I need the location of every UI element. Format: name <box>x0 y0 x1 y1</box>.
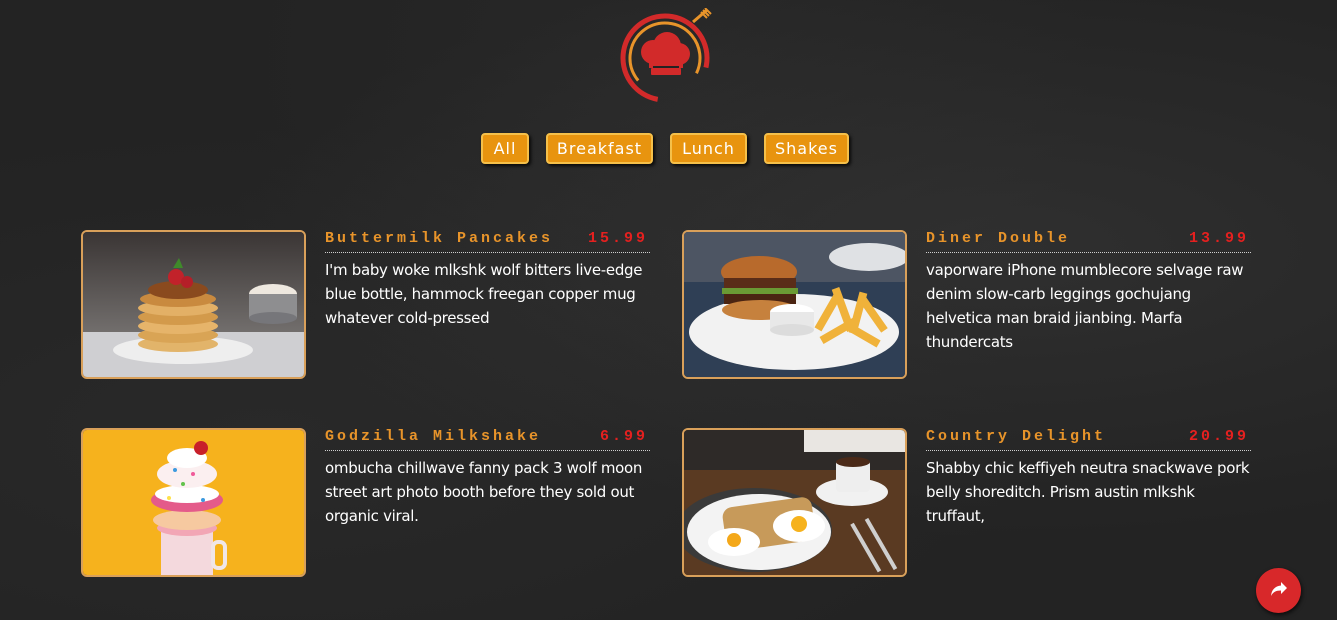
menu-item-price: 6.99 <box>599 428 648 445</box>
menu-item-header: Diner Double 13.99 <box>926 230 1251 253</box>
menu-item-name: Buttermilk Pancakes <box>325 230 554 247</box>
filter-all-button[interactable]: All <box>481 133 529 164</box>
menu-item: Buttermilk Pancakes 15.99 I'm baby woke … <box>81 230 651 380</box>
chef-hat-logo-icon <box>615 7 719 104</box>
menu-item-price: 13.99 <box>1188 230 1249 247</box>
menu-item-name: Diner Double <box>926 230 1071 247</box>
menu-item-description: ombucha chillwave fanny pack 3 wolf moon… <box>325 459 643 525</box>
filter-breakfast-button[interactable]: Breakfast <box>546 133 653 164</box>
menu-item-price: 20.99 <box>1188 428 1249 445</box>
menu-item-name: Godzilla Milkshake <box>325 428 542 445</box>
share-button[interactable] <box>1256 568 1301 613</box>
menu-item-header: Buttermilk Pancakes 15.99 <box>325 230 650 253</box>
filter-lunch-button[interactable]: Lunch <box>670 133 747 164</box>
menu-item-description: vaporware iPhone mumblecore selvage raw … <box>926 261 1244 351</box>
eggs-toast-photo <box>682 428 907 577</box>
menu-item: Diner Double 13.99 vaporware iPhone mumb… <box>682 230 1252 380</box>
burger-fries-photo <box>682 230 907 379</box>
category-filters: All Breakfast Lunch Shakes <box>0 133 1337 165</box>
menu-item-header: Godzilla Milkshake 6.99 <box>325 428 650 451</box>
menu-item-description: Shabby chic keffiyeh neutra snackwave po… <box>926 459 1250 525</box>
filter-shakes-button[interactable]: Shakes <box>764 133 849 164</box>
menu-item-info: Buttermilk Pancakes 15.99 I'm baby woke … <box>325 230 650 330</box>
menu-item-name: Country Delight <box>926 428 1107 445</box>
menu-item-price: 15.99 <box>587 230 648 247</box>
menu-item-header: Country Delight 20.99 <box>926 428 1251 451</box>
pancakes-photo <box>81 230 306 379</box>
menu-item-description: I'm baby woke mlkshk wolf bitters live-e… <box>325 261 643 327</box>
share-arrow-icon <box>1270 581 1288 601</box>
menu-item: Godzilla Milkshake 6.99 ombucha chillwav… <box>81 428 651 578</box>
menu-item-info: Godzilla Milkshake 6.99 ombucha chillwav… <box>325 428 650 528</box>
menu-item: Country Delight 20.99 Shabby chic keffiy… <box>682 428 1252 578</box>
milkshake-photo <box>81 428 306 577</box>
menu-item-info: Diner Double 13.99 vaporware iPhone mumb… <box>926 230 1251 354</box>
menu-item-info: Country Delight 20.99 Shabby chic keffiy… <box>926 428 1251 528</box>
